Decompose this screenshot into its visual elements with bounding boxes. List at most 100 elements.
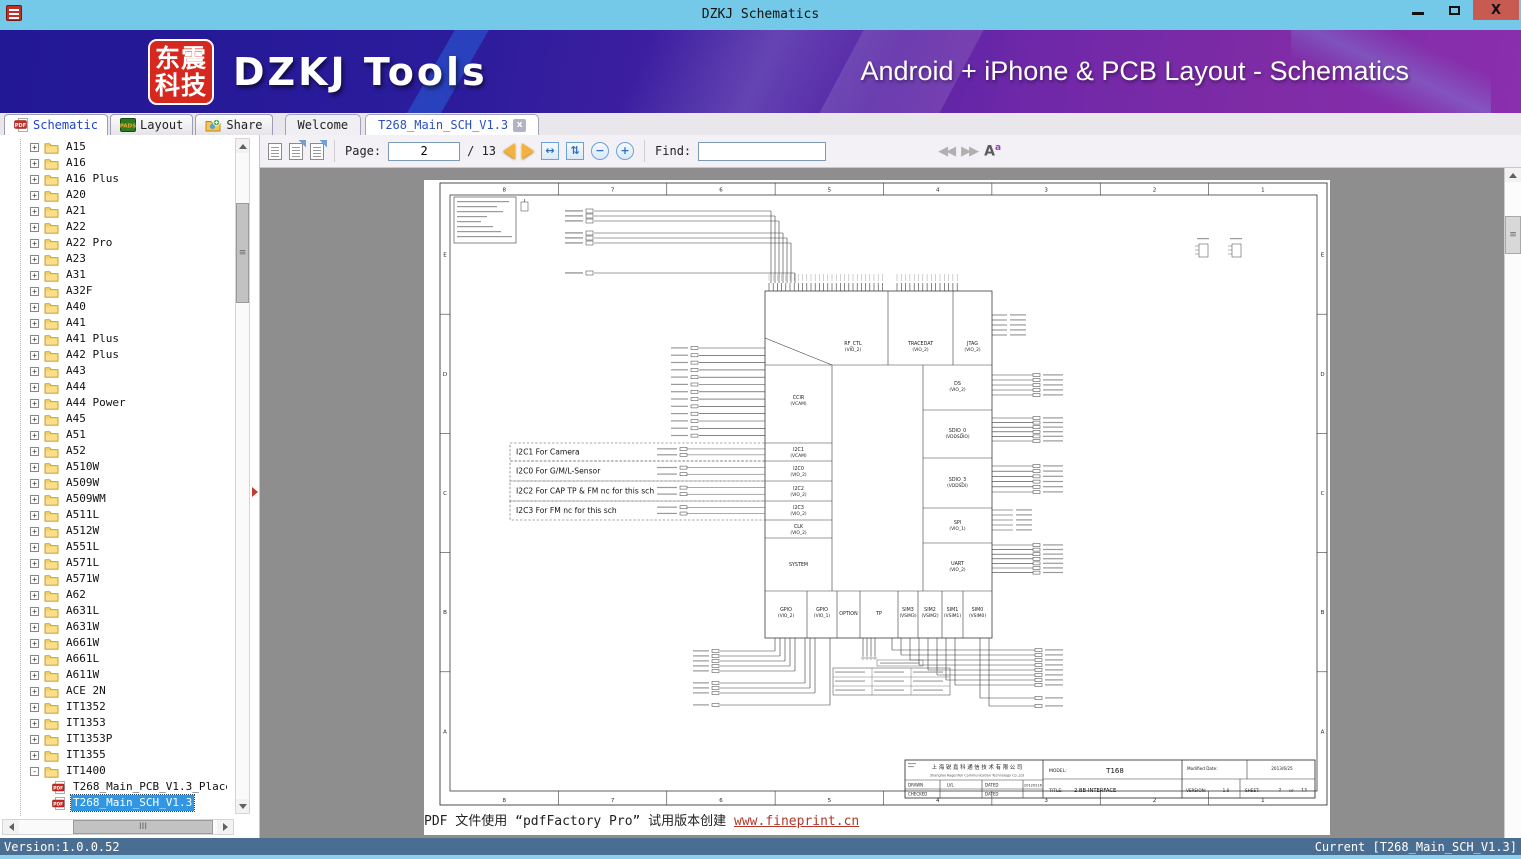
fit-page-button[interactable]: ⇅ — [566, 142, 585, 160]
tree-folder-a16[interactable]: + A16 — [0, 155, 227, 171]
tree-folder-it1355[interactable]: + IT1355 — [0, 747, 227, 763]
expand-toggle[interactable]: + — [30, 494, 39, 504]
zoom-out-button[interactable]: − — [591, 142, 610, 160]
tab-close-icon[interactable]: x — [513, 118, 527, 132]
minimize-button[interactable] — [1399, 0, 1436, 20]
maximize-button[interactable] — [1436, 0, 1473, 20]
expand-toggle[interactable]: + — [30, 478, 39, 488]
expand-toggle[interactable]: + — [30, 622, 39, 632]
tree-folder-a551l[interactable]: + A551L — [0, 539, 227, 555]
text-size-button[interactable]: Aa — [984, 143, 1001, 160]
expand-toggle[interactable]: + — [30, 366, 39, 376]
scroll-up-button[interactable] — [1505, 168, 1521, 182]
tree-folder-a509w[interactable]: + A509W — [0, 475, 227, 491]
close-button[interactable]: X — [1473, 0, 1519, 20]
tab-schematic[interactable]: PDF Schematic — [4, 114, 109, 135]
expand-toggle[interactable]: + — [30, 350, 39, 360]
expand-toggle[interactable]: + — [30, 142, 39, 152]
tree-folder-a41-plus[interactable]: + A41 Plus — [0, 331, 227, 347]
expand-toggle[interactable]: + — [30, 158, 39, 168]
tree-folder-a661w[interactable]: + A661W — [0, 635, 227, 651]
tree-folder-a43[interactable]: + A43 — [0, 363, 227, 379]
page-input[interactable] — [388, 141, 461, 161]
sidebar-horizontal-scrollbar[interactable]: III — [2, 819, 234, 835]
expand-toggle[interactable]: + — [30, 334, 39, 344]
expand-toggle[interactable]: + — [30, 430, 39, 440]
tree-folder-a511l[interactable]: + A511L — [0, 507, 227, 523]
tree-folder-a31[interactable]: + A31 — [0, 267, 227, 283]
pdf-vertical-scrollbar[interactable]: ≡ — [1504, 168, 1521, 838]
tree-folder-it1353p[interactable]: + IT1353P — [0, 731, 227, 747]
tree-folder-a22-pro[interactable]: + A22 Pro — [0, 235, 227, 251]
tree-folder-a512w[interactable]: + A512W — [0, 523, 227, 539]
copy-page-button[interactable] — [289, 142, 303, 160]
find-previous-button[interactable]: ◀◀ — [938, 144, 956, 159]
expand-toggle[interactable]: + — [30, 558, 39, 568]
expand-toggle[interactable]: + — [30, 526, 39, 536]
expand-toggle[interactable]: + — [30, 574, 39, 584]
tree-folder-a15[interactable]: + A15 — [0, 139, 227, 155]
tree-folder-a44[interactable]: + A44 — [0, 379, 227, 395]
tree-folder-a42-plus[interactable]: + A42 Plus — [0, 347, 227, 363]
expand-toggle[interactable]: + — [30, 222, 39, 232]
tree-folder-a52[interactable]: + A52 — [0, 443, 227, 459]
expand-toggle[interactable]: + — [30, 654, 39, 664]
snapshot-button[interactable] — [310, 142, 324, 160]
tree-folder-a44-power[interactable]: + A44 Power — [0, 395, 227, 411]
tree-file-t268-main-sch-v1-3[interactable]: PDF T268_Main_SCH_V1.3 — [0, 794, 227, 812]
tree-folder-a51[interactable]: + A51 — [0, 427, 227, 443]
scrollbar-thumb[interactable]: III — [73, 820, 213, 834]
tree-folder-a510w[interactable]: + A510W — [0, 459, 227, 475]
expand-toggle[interactable]: + — [30, 174, 39, 184]
expand-toggle[interactable]: + — [30, 686, 39, 696]
tree-folder-a62[interactable]: + A62 — [0, 587, 227, 603]
sidebar-vertical-scrollbar[interactable]: ≡ — [235, 138, 250, 814]
expand-toggle[interactable]: + — [30, 270, 39, 280]
previous-page-button[interactable] — [503, 143, 516, 159]
doc-tab-t268-main-sch[interactable]: T268_Main_SCH_V1.3 x — [365, 114, 540, 135]
expand-toggle[interactable]: + — [30, 382, 39, 392]
expand-toggle[interactable]: + — [30, 734, 39, 744]
expand-toggle[interactable]: + — [30, 238, 39, 248]
expand-toggle[interactable]: + — [30, 702, 39, 712]
expand-toggle[interactable]: + — [30, 718, 39, 728]
tree-folder-a611w[interactable]: + A611W — [0, 667, 227, 683]
scroll-up-button[interactable] — [236, 139, 249, 153]
tree-folder-a45[interactable]: + A45 — [0, 411, 227, 427]
tree-folder-a40[interactable]: + A40 — [0, 299, 227, 315]
expand-toggle[interactable]: + — [30, 206, 39, 216]
scrollbar-thumb[interactable]: ≡ — [236, 203, 249, 303]
expand-toggle[interactable]: + — [30, 606, 39, 616]
expand-toggle[interactable]: + — [30, 190, 39, 200]
splitter-collapse-arrow[interactable] — [252, 487, 258, 497]
tree-folder-a16-plus[interactable]: + A16 Plus — [0, 171, 227, 187]
expand-toggle[interactable]: + — [30, 638, 39, 648]
tree-folder-a571l[interactable]: + A571L — [0, 555, 227, 571]
tree-folder-a41[interactable]: + A41 — [0, 315, 227, 331]
tree-file-t268-main-pcb-v1-3-placem[interactable]: PDF T268_Main_PCB_V1.3_Placem — [0, 779, 227, 795]
tree-folder-a509wm[interactable]: + A509WM — [0, 491, 227, 507]
expand-toggle[interactable]: + — [30, 750, 39, 760]
tree-folder-a631w[interactable]: + A631W — [0, 619, 227, 635]
tree-folder-a571w[interactable]: + A571W — [0, 571, 227, 587]
copy-text-button[interactable] — [268, 142, 282, 160]
tree-folder-a21[interactable]: + A21 — [0, 203, 227, 219]
tree-folder-a22[interactable]: + A22 — [0, 219, 227, 235]
next-page-button[interactable] — [522, 143, 535, 159]
doc-tab-welcome[interactable]: Welcome — [284, 114, 362, 135]
expand-toggle[interactable]: + — [30, 302, 39, 312]
fit-width-button[interactable]: ↔ — [541, 142, 560, 160]
expand-toggle[interactable]: + — [30, 414, 39, 424]
scroll-left-button[interactable] — [3, 820, 19, 834]
expand-toggle[interactable]: + — [30, 510, 39, 520]
expand-toggle[interactable]: + — [30, 670, 39, 680]
tree-folder-a20[interactable]: + A20 — [0, 187, 227, 203]
expand-toggle[interactable]: + — [30, 286, 39, 296]
tree-folder-a661l[interactable]: + A661L — [0, 651, 227, 667]
expand-toggle[interactable]: + — [30, 446, 39, 456]
expand-toggle[interactable]: + — [30, 462, 39, 472]
tab-share[interactable]: Share — [195, 114, 273, 135]
tree-folder-it1353[interactable]: + IT1353 — [0, 715, 227, 731]
find-input[interactable] — [698, 141, 827, 161]
tab-layout[interactable]: PADS Layout — [110, 114, 194, 135]
